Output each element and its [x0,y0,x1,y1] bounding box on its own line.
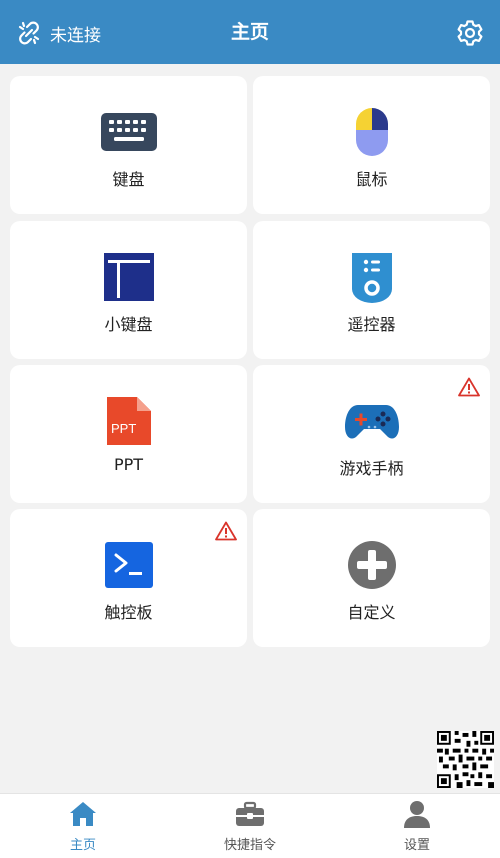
card-label: 遥控器 [347,315,396,334]
tab-home[interactable]: 主页 [0,794,166,858]
card-ppt[interactable]: PPT PPT [10,365,247,503]
card-label: 自定义 [347,603,396,622]
card-label: 触控板 [104,603,153,622]
tab-label: 快捷指令 [223,838,276,853]
card-label: PPT [113,455,144,474]
remote-icon [351,253,392,303]
card-gamepad[interactable]: 游戏手柄 [253,365,490,503]
card-label: 游戏手柄 [339,459,404,478]
gear-icon[interactable] [456,19,484,47]
terminal-icon [104,542,153,588]
card-mouse[interactable]: 鼠标 [253,76,490,214]
tab-shortcuts[interactable]: 快捷指令 [167,794,333,858]
toolbox-icon [236,801,264,826]
qr-code-icon[interactable] [437,731,494,788]
numpad-icon [103,253,154,301]
card-remote[interactable]: 遥控器 [253,221,490,359]
mouse-icon [355,108,388,156]
ppt-icon: PPT [106,397,151,445]
ppt-icon-text: PPT [111,421,136,436]
add-icon [347,541,396,589]
home-icon [70,802,96,826]
card-label: 鼠标 [355,170,388,189]
card-label: 键盘 [112,170,145,189]
card-numpad[interactable]: 小键盘 [10,221,247,359]
tab-label: 主页 [69,838,96,853]
page-title: 主页 [230,21,269,43]
app-header: 未连接 主页 [0,0,500,64]
card-custom[interactable]: 自定义 [253,509,490,647]
tab-label: 设置 [403,838,430,853]
tab-settings[interactable]: 设置 [334,794,500,858]
card-label: 小键盘 [104,315,153,334]
card-keyboard[interactable]: 键盘 [10,76,247,214]
keyboard-icon [100,113,157,151]
gamepad-icon [344,405,399,439]
bottom-tab-bar: 主页 快捷指令 设置 [0,793,500,858]
user-icon [404,801,430,828]
card-touchpad[interactable]: 触控板 [10,509,247,647]
